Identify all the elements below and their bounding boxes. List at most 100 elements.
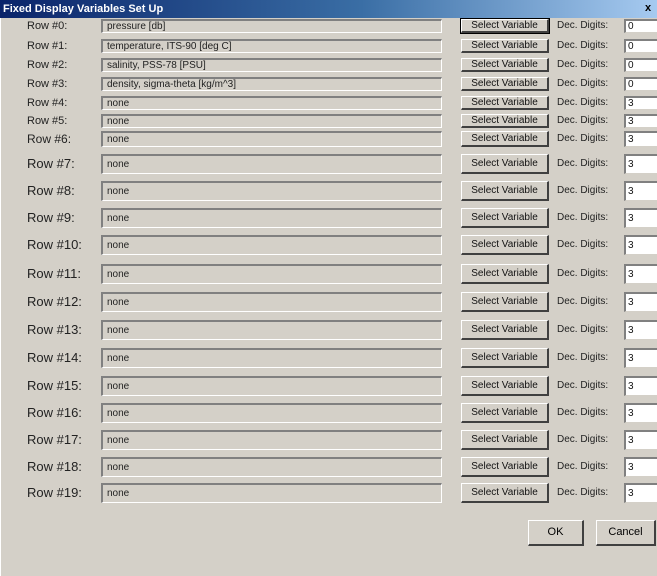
select-variable-button[interactable]: Select Variable: [461, 131, 549, 147]
select-variable-button[interactable]: Select Variable: [461, 154, 549, 174]
dec-digits-input[interactable]: 3: [624, 114, 657, 128]
dec-digits-input[interactable]: 3: [624, 208, 657, 228]
select-variable-button[interactable]: Select Variable: [461, 403, 549, 423]
variable-name-field: none: [101, 430, 442, 450]
variable-name-field: none: [101, 154, 442, 174]
row-label: Row #3:: [27, 78, 68, 90]
dec-digits-input[interactable]: 3: [624, 154, 657, 174]
variable-name-field: none: [101, 114, 442, 128]
row-label: Row #6:: [27, 132, 72, 146]
cancel-button[interactable]: Cancel: [596, 520, 656, 546]
variable-row: Row #16: none Select Variable Dec. Digits: 3: [1, 403, 657, 423]
row-label: Row #8:: [27, 183, 75, 198]
variable-row: Row #6: none Select Variable Dec. Digits: 3: [1, 131, 657, 147]
select-variable-button[interactable]: Select Variable: [461, 181, 549, 201]
dec-digits-label: Dec. Digits:: [557, 59, 609, 70]
select-variable-button[interactable]: Select Variable: [461, 114, 549, 128]
dec-digits-input[interactable]: 3: [624, 348, 657, 368]
variable-row: Row #7: none Select Variable Dec. Digits: 3: [1, 154, 657, 174]
row-label: Row #1:: [27, 40, 68, 52]
select-variable-button[interactable]: Select Variable: [461, 96, 549, 110]
variable-row: Row #19: none Select Variable Dec. Digits: 3: [1, 483, 657, 503]
dec-digits-input[interactable]: 3: [624, 430, 657, 450]
dec-digits-input[interactable]: 3: [624, 181, 657, 201]
select-variable-button[interactable]: Select Variable: [461, 457, 549, 477]
variable-row: Row #17: none Select Variable Dec. Digits: 3: [1, 430, 657, 450]
dec-digits-input[interactable]: 3: [624, 483, 657, 503]
close-icon[interactable]: x: [641, 1, 655, 15]
dec-digits-input[interactable]: 3: [624, 292, 657, 312]
row-label: Row #15:: [27, 378, 82, 393]
row-label: Row #18:: [27, 459, 82, 474]
dec-digits-label: Dec. Digits:: [557, 434, 609, 445]
dec-digits-input[interactable]: 3: [624, 235, 657, 255]
variable-name-field: none: [101, 457, 442, 477]
dec-digits-input[interactable]: 3: [624, 457, 657, 477]
variable-name-field: none: [101, 403, 442, 423]
row-label: Row #12:: [27, 294, 82, 309]
dec-digits-label: Dec. Digits:: [557, 40, 609, 51]
select-variable-button[interactable]: Select Variable: [461, 39, 549, 53]
row-label: Row #14:: [27, 350, 82, 365]
dec-digits-input[interactable]: 3: [624, 376, 657, 396]
variable-row: Row #1: temperature, ITS-90 [deg C] Select…: [1, 39, 657, 53]
select-variable-button[interactable]: Select Variable: [461, 348, 549, 368]
dec-digits-label: Dec. Digits:: [557, 487, 609, 498]
variable-name-field: none: [101, 483, 442, 503]
variable-name-field: none: [101, 208, 442, 228]
select-variable-button[interactable]: Select Variable: [461, 430, 549, 450]
variable-name-field: temperature, ITS-90 [deg C]: [101, 39, 442, 53]
dec-digits-label: Dec. Digits:: [557, 20, 609, 31]
dec-digits-input[interactable]: 3: [624, 131, 657, 147]
select-variable-button[interactable]: Select Variable: [461, 376, 549, 396]
variable-row: Row #11: none Select Variable Dec. Digits: 3: [1, 264, 657, 284]
select-variable-button[interactable]: Select Variable: [461, 320, 549, 340]
row-label: Row #16:: [27, 405, 82, 420]
variable-row: Row #18: none Select Variable Dec. Digits: 3: [1, 457, 657, 477]
variable-name-field: none: [101, 96, 442, 110]
variable-row: Row #13: none Select Variable Dec. Digits: 3: [1, 320, 657, 340]
dec-digits-input[interactable]: 0: [624, 39, 657, 53]
variable-row: Row #14: none Select Variable Dec. Digits: 3: [1, 348, 657, 368]
dec-digits-label: Dec. Digits:: [557, 115, 609, 126]
dec-digits-input[interactable]: 3: [624, 96, 657, 110]
select-variable-button[interactable]: Select Variable: [461, 235, 549, 255]
variable-row: Row #15: none Select Variable Dec. Digits: 3: [1, 376, 657, 396]
dec-digits-input[interactable]: 3: [624, 320, 657, 340]
dec-digits-input[interactable]: 3: [624, 403, 657, 423]
variable-name-field: none: [101, 292, 442, 312]
dec-digits-input[interactable]: 0: [624, 19, 657, 33]
select-variable-button[interactable]: Select Variable: [460, 18, 550, 34]
select-variable-button[interactable]: Select Variable: [461, 208, 549, 228]
dec-digits-label: Dec. Digits:: [557, 268, 609, 279]
variable-name-field: none: [101, 264, 442, 284]
dec-digits-input[interactable]: 0: [624, 58, 657, 72]
variable-name-field: density, sigma-theta [kg/m^3]: [101, 77, 442, 91]
select-variable-button[interactable]: Select Variable: [461, 483, 549, 503]
select-variable-button[interactable]: Select Variable: [461, 77, 549, 91]
row-label: Row #19:: [27, 485, 82, 500]
row-label: Row #7:: [27, 156, 75, 171]
dec-digits-input[interactable]: 3: [624, 264, 657, 284]
variable-name-field: none: [101, 320, 442, 340]
dec-digits-label: Dec. Digits:: [557, 296, 609, 307]
variable-name-field: none: [101, 376, 442, 396]
variable-row: Row #9: none Select Variable Dec. Digits: 3: [1, 208, 657, 228]
row-label: Row #0:: [27, 20, 68, 32]
dec-digits-label: Dec. Digits:: [557, 158, 609, 169]
dec-digits-label: Dec. Digits:: [557, 380, 609, 391]
dec-digits-label: Dec. Digits:: [557, 461, 609, 472]
dec-digits-label: Dec. Digits:: [557, 212, 609, 223]
select-variable-button[interactable]: Select Variable: [461, 58, 549, 72]
row-label: Row #11:: [27, 266, 81, 281]
dec-digits-label: Dec. Digits:: [557, 407, 609, 418]
dec-digits-input[interactable]: 0: [624, 77, 657, 91]
ok-button[interactable]: OK: [528, 520, 584, 546]
select-variable-button[interactable]: Select Variable: [461, 292, 549, 312]
row-label: Row #10:: [27, 237, 82, 252]
row-label: Row #13:: [27, 322, 82, 337]
window-title: Fixed Display Variables Set Up: [3, 3, 164, 15]
dialog-body: Row #0: pressure [db] Select Variable Dec. …: [0, 18, 657, 576]
select-variable-button[interactable]: Select Variable: [461, 264, 549, 284]
title-bar: Fixed Display Variables Set Up x: [0, 0, 657, 18]
